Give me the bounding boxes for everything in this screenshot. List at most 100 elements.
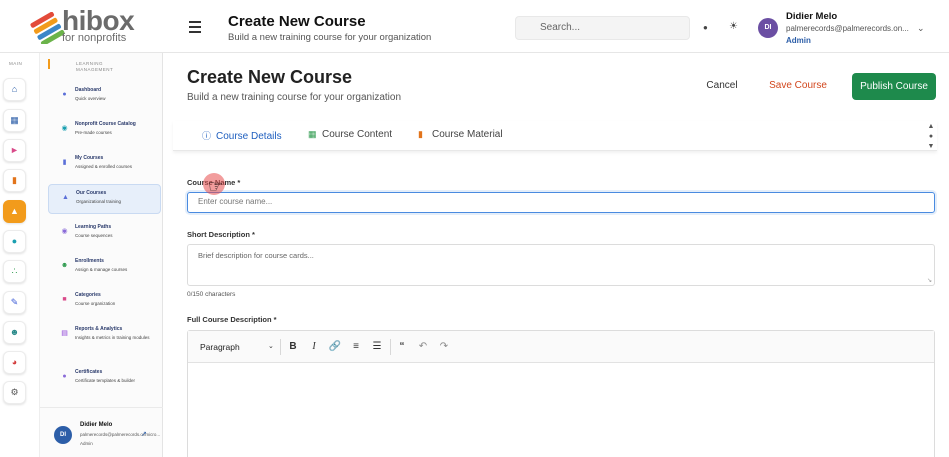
character-count: 0/150 characters (187, 291, 236, 298)
icon-rail: MAIN ⌂ ▦ ► ▮ ▲ ● ∴ ✎ ☻ ◕ ⚙ (0, 53, 40, 457)
section-accent-bar (48, 59, 50, 69)
sidebar-item-desc: Quick overview (75, 96, 106, 101)
publish-course-button[interactable]: Publish Course (852, 73, 936, 100)
form-subtitle: Build a new training course for your org… (187, 92, 402, 103)
sidebar: LEARNING MANAGEMENT ● Dashboard Quick ov… (40, 53, 163, 457)
link-icon[interactable]: 🔗 (328, 340, 342, 354)
graduation-cap-icon[interactable]: ▲ (3, 200, 26, 223)
sidebar-user-role: Admin (80, 441, 93, 446)
chevron-down-icon[interactable]: ⌄ (268, 342, 274, 350)
users-icon: ☻ (60, 262, 69, 269)
sidebar-user-name: Didier Melo (80, 422, 113, 428)
sidebar-item-desc: Organizational training (76, 199, 122, 204)
page-title: Create New Course (228, 13, 366, 30)
sidebar-item-our-courses[interactable]: ▲ Our Courses Organizational training (48, 184, 161, 214)
sidebar-item-my-courses[interactable]: ▮ My Courses Assigned & enrolled courses (48, 150, 161, 180)
sidebar-item-title: Learning Paths (75, 224, 112, 230)
form-title: Create New Course (187, 67, 353, 87)
rich-text-editor[interactable]: Paragraph ⌄ B I 🔗 ≡ ☰ “ ↶ ↷ (187, 330, 935, 457)
sidebar-item-reports[interactable]: ▤ Reports & Analytics Insights & metrics… (48, 321, 161, 357)
sidebar-item-certificates[interactable]: ● Certificates Certificate templates & b… (48, 364, 161, 394)
tab-course-details[interactable]: ⓘ Course Details (202, 129, 282, 142)
resize-handle-icon[interactable]: ↘ (927, 277, 932, 284)
sidebar-item-desc: Pre-made courses (75, 130, 112, 135)
app-root: hibox for nonprofits Create New Course B… (0, 0, 949, 457)
editor-toolbar: Paragraph ⌄ B I 🔗 ≡ ☰ “ ↶ ↷ (188, 331, 934, 363)
scroll-indicator[interactable]: ▲ ● ▼ (927, 122, 935, 152)
settings-gear-icon[interactable]: ⚙ (3, 381, 26, 404)
avatar[interactable]: DI (758, 18, 778, 38)
megaphone-icon[interactable]: ► (3, 139, 26, 162)
team-icon[interactable]: ☻ (3, 321, 26, 344)
course-name-input[interactable]: Enter course name... (187, 192, 935, 213)
pie-chart-icon[interactable]: ◕ (3, 351, 26, 374)
sidebar-item-title: Reports & Analytics (75, 326, 123, 332)
bullet-list-icon[interactable]: ≡ (349, 340, 363, 354)
sidebar-item-desc: Certificate templates & builder (75, 378, 136, 383)
italic-icon[interactable]: I (307, 340, 321, 354)
save-course-button[interactable]: Save Course (760, 74, 836, 98)
document-edit-icon[interactable]: ✎ (3, 291, 26, 314)
home-icon[interactable]: ⌂ (3, 78, 26, 101)
org-chart-icon[interactable]: ▦ (3, 109, 26, 132)
user-email: palmerecords@palmerecords.on... (786, 24, 909, 33)
avatar: DI (54, 426, 72, 444)
tab-course-material[interactable]: ▮ Course Material (418, 129, 503, 140)
certificate-icon: ● (62, 373, 67, 380)
sidebar-user-card[interactable]: DI Didier Melo palmerecords@palmerecords… (40, 407, 163, 457)
short-description-label: Short Description * (187, 230, 255, 239)
path-icon: ◉ (61, 228, 68, 235)
sidebar-item-title: Dashboard (75, 87, 102, 93)
tab-course-content[interactable]: ▦ Course Content (308, 129, 392, 140)
chevron-down-icon[interactable]: ⌄ (917, 23, 925, 34)
sidebar-item-title: Certificates (75, 369, 103, 375)
book-icon: ▮ (62, 159, 67, 166)
blockquote-icon[interactable]: “ (395, 340, 409, 354)
network-icon[interactable]: ∴ (3, 260, 26, 283)
brand-name: hibox (62, 5, 135, 36)
folder-icon: ■ (62, 296, 67, 303)
full-description-label: Full Course Description * (187, 315, 277, 324)
catalog-icon: ◉ (61, 125, 68, 132)
circle-icon[interactable]: ● (3, 230, 26, 253)
book-icon[interactable]: ▮ (3, 169, 26, 192)
document-icon: ▮ (418, 129, 423, 139)
tab-bar: ⓘ Course Details ▦ Course Content ▮ Course … (173, 121, 937, 151)
sidebar-item-enrollments[interactable]: ☻ Enrollments Assign & manage courses (48, 253, 161, 283)
tab-label: Course Content (322, 129, 393, 140)
undo-icon[interactable]: ↶ (416, 340, 430, 354)
user-name: Didier Melo (786, 11, 838, 22)
numbered-list-icon[interactable]: ☰ (370, 340, 384, 354)
sidebar-item-title: My Courses (75, 155, 104, 161)
cancel-button[interactable]: Cancel (694, 74, 750, 98)
page-subtitle: Build a new training course for your org… (228, 32, 432, 43)
main-content: Create New Course Build a new training c… (163, 53, 949, 457)
external-link-icon[interactable]: ↗ (141, 430, 147, 438)
short-description-textarea[interactable]: Brief description for course cards... ↘ (187, 244, 935, 286)
sidebar-item-title: Our Courses (76, 190, 107, 196)
dashboard-icon: ● (62, 91, 67, 98)
notification-bell-icon[interactable]: ● (703, 23, 708, 32)
sidebar-item-desc: Assign & manage courses (75, 267, 128, 272)
top-header: hibox for nonprofits Create New Course B… (0, 0, 949, 53)
short-description-placeholder: Brief description for course cards... (198, 251, 314, 260)
sidebar-user-email: palmerecords@palmerecords.onmicro... (80, 432, 161, 437)
sidebar-item-catalog[interactable]: ◉ Nonprofit Course Catalog Pre-made cour… (48, 116, 161, 146)
sidebar-item-desc: Assigned & enrolled courses (75, 164, 133, 169)
sidebar-item-title: Nonprofit Course Catalog (75, 121, 136, 127)
sidebar-item-desc: Course sequences (75, 233, 113, 238)
sidebar-section-label: LEARNING MANAGEMENT (76, 61, 114, 72)
sidebar-item-categories[interactable]: ■ Categories Course organization (48, 287, 161, 317)
graduation-cap-icon: ▲ (62, 194, 69, 201)
redo-icon[interactable]: ↷ (437, 340, 451, 354)
sidebar-item-dashboard[interactable]: ● Dashboard Quick overview (48, 82, 161, 112)
sidebar-item-learning-paths[interactable]: ◉ Learning Paths Course sequences (48, 219, 161, 249)
menu-toggle-icon[interactable] (189, 21, 201, 33)
user-role: Admin (786, 36, 811, 45)
theme-toggle-icon[interactable]: ☀ (729, 21, 738, 32)
chart-icon: ▤ (61, 330, 68, 337)
sidebar-item-desc: Course organization (75, 301, 116, 306)
bold-icon[interactable]: B (286, 340, 300, 354)
sidebar-item-title: Enrollments (75, 258, 104, 264)
search-input[interactable]: Search... (515, 16, 690, 40)
